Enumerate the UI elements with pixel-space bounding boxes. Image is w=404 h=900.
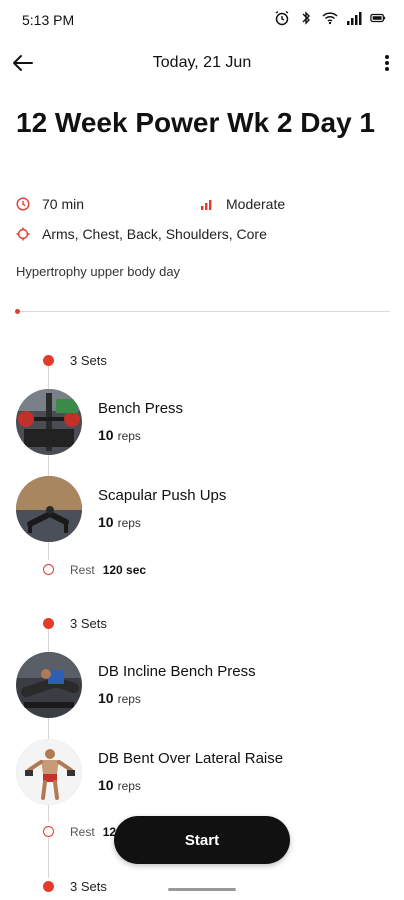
duration-row: 70 min <box>16 196 84 212</box>
rest-label: Rest <box>70 825 95 839</box>
exercise-reps: 10 reps <box>98 690 141 706</box>
exercise-name[interactable]: DB Incline Bench Press <box>98 663 256 680</box>
intensity-row: Moderate <box>200 196 285 212</box>
exercise-reps: 10 reps <box>98 777 141 793</box>
sets-label: 3 Sets <box>70 879 107 894</box>
bluetooth-icon <box>302 11 310 25</box>
progress-indicator <box>15 309 20 314</box>
set-dot <box>43 355 54 366</box>
workout-title: 12 Week Power Wk 2 Day 1 <box>16 107 375 138</box>
workout-description: Hypertrophy upper body day <box>16 264 181 279</box>
signal-icon <box>347 12 362 25</box>
exercise-thumbnail[interactable] <box>16 476 82 542</box>
reps-unit: reps <box>117 516 141 530</box>
wifi-icon <box>322 12 338 25</box>
muscles-row: Arms, Chest, Back, Shoulders, Core <box>16 226 267 242</box>
exercise-name[interactable]: Scapular Push Ups <box>98 487 226 504</box>
start-button[interactable]: Start <box>114 816 290 864</box>
reps-count: 10 <box>98 427 114 443</box>
exercise-thumbnail[interactable] <box>16 652 82 718</box>
rest-label: Rest <box>70 563 95 577</box>
status-icons <box>274 10 386 26</box>
more-options-icon[interactable] <box>380 50 394 76</box>
reps-unit: reps <box>117 429 141 443</box>
rest-dot <box>43 826 54 837</box>
timeline-line <box>48 838 49 878</box>
exercise-reps: 10 reps <box>98 427 141 443</box>
reps-unit: reps <box>117 779 141 793</box>
target-icon <box>16 227 30 241</box>
progress-track <box>16 311 390 312</box>
duration-value: 70 min <box>42 196 85 212</box>
app-bar: Today, 21 Jun <box>0 44 404 84</box>
clock-icon <box>16 197 30 211</box>
rest-dot <box>43 564 54 575</box>
muscles-value: Arms, Chest, Back, Shoulders, Core <box>42 226 267 242</box>
set-dot <box>43 618 54 629</box>
intensity-bars-icon <box>201 200 212 210</box>
reps-count: 10 <box>98 777 114 793</box>
rest-row: Rest 12 <box>70 825 116 839</box>
alarm-icon <box>275 10 289 26</box>
reps-unit: reps <box>117 692 141 706</box>
rest-value: 120 sec <box>102 563 147 577</box>
page-title: Today, 21 Jun <box>152 54 252 71</box>
home-indicator[interactable] <box>168 888 236 891</box>
exercise-reps: 10 reps <box>98 514 141 530</box>
exercise-name[interactable]: DB Bent Over Lateral Raise <box>98 750 283 767</box>
intensity-value: Moderate <box>226 196 286 212</box>
battery-icon <box>370 13 386 23</box>
reps-count: 10 <box>98 690 114 706</box>
rest-row: Rest 120 sec <box>70 563 146 577</box>
exercise-thumbnail[interactable] <box>16 739 82 805</box>
status-bar: 5:13 PM <box>0 0 404 40</box>
set-dot <box>43 881 54 892</box>
exercise-thumbnail[interactable] <box>16 389 82 455</box>
status-time: 5:13 PM <box>22 12 75 28</box>
sets-label: 3 Sets <box>70 616 107 631</box>
reps-count: 10 <box>98 514 114 530</box>
exercise-name[interactable]: Bench Press <box>98 400 183 417</box>
sets-label: 3 Sets <box>70 353 107 368</box>
